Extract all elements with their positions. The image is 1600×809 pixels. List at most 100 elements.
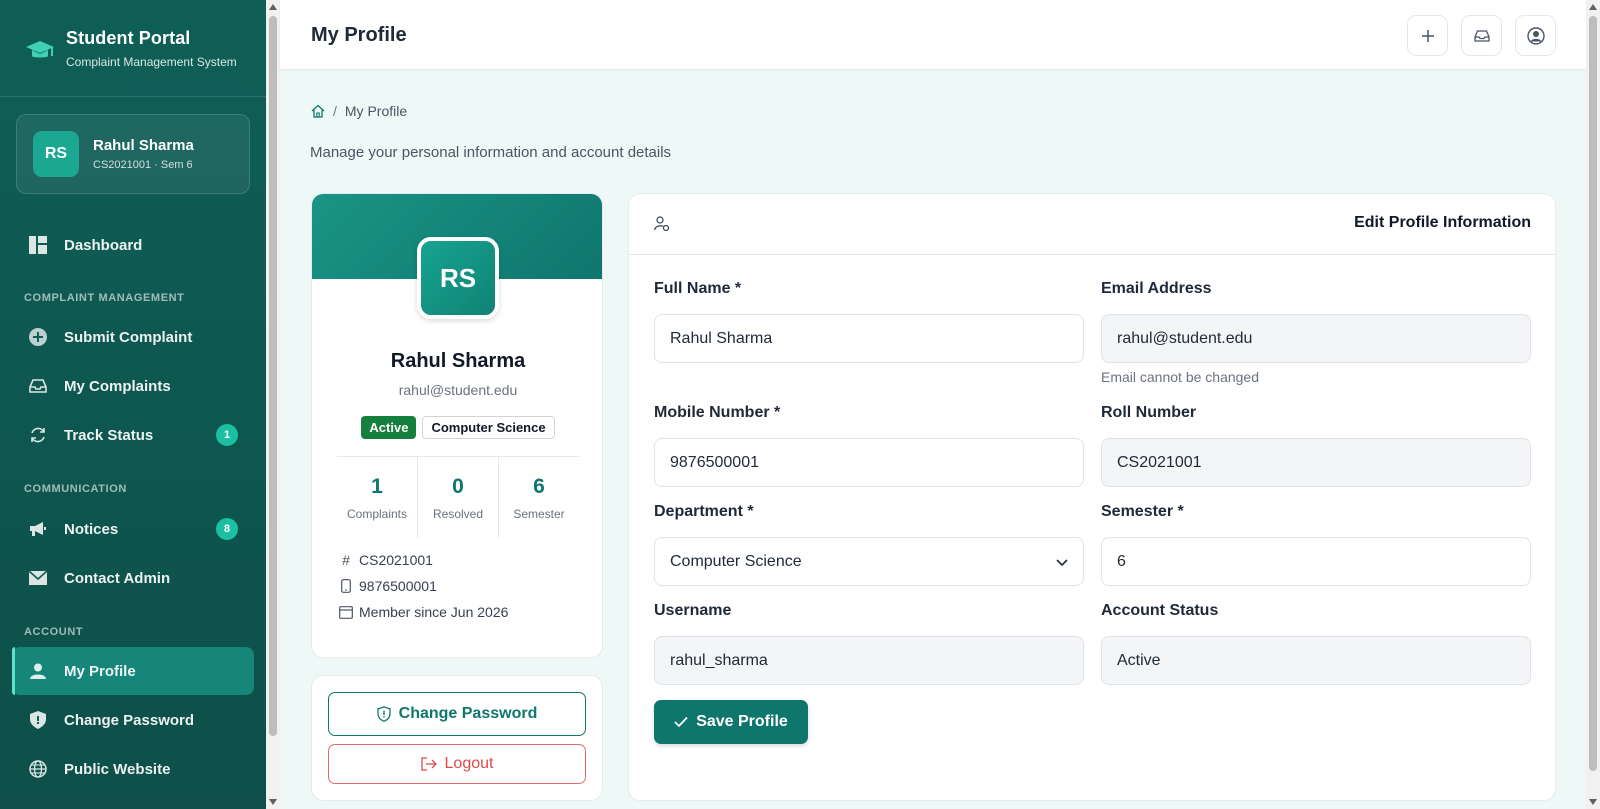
sidebar-item-my-complaints[interactable]: My Complaints: [12, 362, 254, 410]
profile-roll: # CS2021001: [337, 552, 433, 568]
username-field[interactable]: rahul_sharma: [654, 636, 1084, 685]
scroll-up-arrow-icon[interactable]: [1589, 4, 1597, 10]
user-card[interactable]: RS Rahul Sharma CS2021001 · Sem 6: [16, 114, 250, 194]
plus-icon: [1421, 29, 1434, 42]
scroll-down-arrow-icon[interactable]: [269, 799, 277, 805]
sidebar-scrollbar[interactable]: [266, 0, 280, 809]
change-password-label: Change Password: [398, 705, 538, 722]
stat-value: 0: [452, 475, 464, 498]
sidebar-item-label: Public Website: [64, 760, 171, 778]
envelope-icon: [28, 568, 48, 588]
phone-icon: [337, 579, 355, 593]
inbox-button[interactable]: [1461, 15, 1502, 56]
user-gear-icon: [654, 216, 670, 237]
section-communication: COMMUNICATION: [24, 483, 127, 495]
scroll-up-arrow-icon[interactable]: [269, 4, 277, 10]
profile-name: Rahul Sharma: [390, 350, 526, 372]
top-bar: My Profile: [280, 0, 1586, 70]
graduation-cap-icon: [26, 41, 54, 58]
roll-number-field[interactable]: CS2021001: [1101, 438, 1531, 487]
avatar: RS: [33, 131, 79, 177]
stat-label: Semester: [513, 507, 565, 521]
sidebar-item-label: Track Status: [64, 426, 154, 444]
profile-stats: 1 Complaints 0 Resolved 6 Semester: [337, 456, 579, 538]
sidebar-item-change-password[interactable]: Change Password: [12, 696, 254, 744]
chevron-down-icon: [1056, 559, 1068, 567]
sidebar-item-label: Dashboard: [64, 236, 143, 254]
page-subtitle: Manage your personal information and acc…: [310, 144, 672, 161]
add-button[interactable]: [1407, 15, 1448, 56]
stat-complaints: 1 Complaints: [337, 457, 417, 538]
email-field[interactable]: rahul@student.edu: [1101, 314, 1531, 363]
profile-card: RS Rahul Sharma rahul@student.edu Active…: [311, 193, 603, 658]
edit-profile-card: Edit Profile Information Full Name * Rah…: [628, 193, 1556, 801]
sidebar-item-dashboard[interactable]: Dashboard: [12, 221, 254, 269]
stat-value: 6: [533, 475, 545, 498]
brand[interactable]: Student Portal Complaint Management Syst…: [0, 0, 266, 97]
account-button[interactable]: [1515, 15, 1556, 56]
account-status-label: Account Status: [1101, 602, 1219, 619]
breadcrumb: / My Profile: [311, 103, 407, 119]
notices-badge: 8: [216, 518, 238, 540]
profile-member-since-value: Member since Jun 2026: [359, 604, 509, 620]
user-circle-icon: [1526, 26, 1545, 45]
username-label: Username: [654, 602, 732, 619]
scrollbar-thumb[interactable]: [269, 16, 277, 736]
inbox-icon: [28, 376, 48, 396]
stat-semester: 6 Semester: [498, 457, 579, 538]
account-status-field[interactable]: Active: [1101, 636, 1531, 685]
sidebar-item-submit-complaint[interactable]: Submit Complaint: [12, 313, 254, 361]
roll-number-label: Roll Number: [1101, 404, 1197, 421]
page-scrollbar[interactable]: [1586, 0, 1600, 809]
department-badge: Computer Science: [422, 416, 555, 439]
section-account: ACCOUNT: [24, 626, 84, 638]
full-name-label: Full Name *: [654, 280, 742, 297]
full-name-field[interactable]: Rahul Sharma: [654, 314, 1084, 363]
stat-resolved: 0 Resolved: [417, 457, 498, 538]
hash-icon: #: [342, 552, 350, 568]
megaphone-icon: [28, 519, 48, 539]
brand-subtitle: Complaint Management System: [66, 55, 237, 69]
profile-member-since: Member since Jun 2026: [337, 604, 508, 620]
mobile-label: Mobile Number *: [654, 404, 781, 421]
sidebar: Student Portal Complaint Management Syst…: [0, 0, 266, 809]
sidebar-item-notices[interactable]: Notices 8: [12, 505, 254, 553]
scrollbar-thumb[interactable]: [1589, 16, 1597, 771]
account-actions-card: Change Password Logout: [311, 675, 603, 801]
shield-icon: [28, 710, 48, 730]
sidebar-item-label: My Profile: [64, 662, 136, 680]
profile-email: rahul@student.edu: [398, 382, 518, 398]
save-profile-button[interactable]: Save Profile: [654, 700, 808, 744]
sidebar-item-my-profile[interactable]: My Profile: [12, 647, 254, 695]
form-title: Edit Profile Information: [1354, 214, 1531, 231]
sidebar-item-public-website[interactable]: Public Website: [12, 745, 254, 793]
sidebar-item-label: My Complaints: [64, 377, 171, 395]
semester-label: Semester *: [1101, 503, 1184, 520]
track-status-badge: 1: [216, 424, 238, 446]
sidebar-item-label: Change Password: [64, 711, 195, 729]
breadcrumb-separator: /: [333, 103, 337, 119]
inbox-icon: [1473, 29, 1490, 42]
mobile-field[interactable]: 9876500001: [654, 438, 1084, 487]
user-icon: [28, 661, 48, 681]
email-help-text: Email cannot be changed: [1101, 369, 1259, 385]
scroll-down-arrow-icon[interactable]: [1589, 799, 1597, 805]
profile-phone-value: 9876500001: [359, 578, 437, 594]
home-icon[interactable]: [311, 104, 325, 118]
semester-field[interactable]: 6: [1101, 537, 1531, 586]
sidebar-item-label: Contact Admin: [64, 569, 171, 587]
profile-phone: 9876500001: [337, 578, 437, 594]
logout-button[interactable]: Logout: [328, 744, 586, 784]
logout-icon: [420, 757, 437, 771]
user-name: Rahul Sharma: [93, 137, 194, 154]
email-label: Email Address: [1101, 280, 1212, 297]
change-password-button[interactable]: Change Password: [328, 692, 586, 736]
sidebar-item-track-status[interactable]: Track Status 1: [12, 411, 254, 459]
department-label: Department *: [654, 503, 754, 520]
profile-tags: Active Computer Science: [312, 416, 602, 439]
stat-label: Complaints: [346, 507, 408, 521]
department-select-value: Computer Science: [670, 552, 802, 570]
dashboard-icon: [28, 235, 48, 255]
sidebar-item-contact-admin[interactable]: Contact Admin: [12, 554, 254, 602]
department-select[interactable]: Computer Science: [654, 537, 1084, 586]
